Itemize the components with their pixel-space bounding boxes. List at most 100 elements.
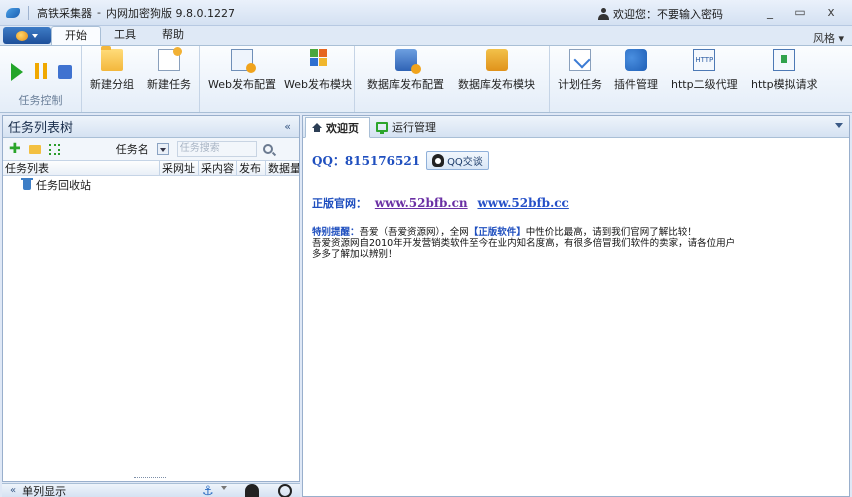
- qq-row: QQ：815176521 QQ交谈: [312, 151, 489, 170]
- title-separator: [28, 5, 29, 20]
- column-task-list[interactable]: 任务列表: [3, 161, 160, 175]
- http-proxy-button[interactable]: HTTP http二级代理: [671, 49, 738, 92]
- notice-line-3: 多多了解加以辨别！: [312, 249, 398, 260]
- new-document-icon: [158, 47, 182, 71]
- plugin-manager-button[interactable]: 插件管理: [614, 49, 658, 92]
- title-bar: 高铁采集器 - 内网加密狗版 9.8.0.1227 欢迎您：不要输入密码 _ ▭…: [0, 0, 852, 26]
- collapse-panel-button[interactable]: «: [284, 120, 291, 133]
- db-publish-module-button[interactable]: 数据库发布模块: [458, 49, 535, 92]
- column-collect-content[interactable]: 采内容: [199, 161, 237, 175]
- official-site-link-cn[interactable]: www.52bfb.cn: [375, 196, 468, 210]
- monitor-icon: [376, 121, 388, 134]
- add-icon[interactable]: ✚: [9, 141, 21, 157]
- task-search-input[interactable]: 任务搜索: [176, 141, 257, 157]
- splitter-handle[interactable]: [134, 477, 166, 479]
- new-task-button[interactable]: 新建任务: [147, 47, 191, 92]
- tab-run-management-label: 运行管理: [392, 120, 436, 134]
- scheduled-task-icon: [569, 49, 591, 71]
- maximize-button[interactable]: ▭: [789, 4, 811, 20]
- app-menu-button[interactable]: [3, 27, 51, 44]
- dropdown-arrow-icon[interactable]: [221, 486, 227, 490]
- double-chevron-icon[interactable]: «: [10, 485, 16, 496]
- stop-button[interactable]: [58, 65, 72, 79]
- single-column-view-label[interactable]: 单列显示: [22, 483, 66, 497]
- tab-tools[interactable]: 工具: [101, 26, 149, 45]
- new-group-label: 新建分组: [90, 78, 134, 91]
- group-label-task-control: 任务控制: [18, 94, 63, 107]
- http-request-button[interactable]: http模拟请求: [751, 49, 818, 92]
- tab-run-management[interactable]: 运行管理: [370, 116, 446, 137]
- welcome-text: 欢迎您：不要输入密码: [613, 8, 723, 21]
- new-group-button[interactable]: 新建分组: [90, 46, 134, 92]
- column-collect-url[interactable]: 采网址: [160, 161, 199, 175]
- official-site-link-cc[interactable]: www.52bfb.cc: [477, 196, 568, 210]
- notice-part-1: 吾爱（吾爱资源网），全网: [359, 227, 469, 238]
- plugin-manager-label: 插件管理: [614, 78, 658, 91]
- http-proxy-icon: HTTP: [693, 49, 716, 71]
- panel-header: 任务列表树 «: [3, 116, 299, 138]
- database-config-icon: [394, 49, 421, 74]
- home-icon[interactable]: [245, 484, 259, 497]
- notice-highlight: 【正版软件】: [468, 227, 526, 238]
- document-tab-bar: 欢迎页 运行管理: [303, 116, 849, 138]
- close-button[interactable]: x: [820, 4, 842, 20]
- db-publish-module-label: 数据库发布模块: [458, 78, 535, 91]
- open-folder-icon[interactable]: [28, 144, 41, 154]
- folder-icon: [101, 46, 123, 71]
- qq-penguin-icon: [432, 154, 445, 167]
- tree-item-recycle-bin[interactable]: 任务回收站: [3, 176, 299, 194]
- panel-title: 任务列表树: [8, 121, 74, 136]
- database-module-icon: [485, 49, 508, 71]
- http-proxy-label: http二级代理: [671, 78, 738, 91]
- http-request-label: http模拟请求: [751, 78, 818, 91]
- task-group: 新建分组 新建任务: [82, 46, 200, 112]
- tab-list-dropdown[interactable]: [835, 123, 843, 128]
- web-publish-group: Web发布配置 Web发布模块: [200, 46, 355, 112]
- column-data-count[interactable]: 数据量: [266, 161, 299, 175]
- web-publish-module-label: Web发布模块: [284, 78, 352, 91]
- special-notice: 特别提醒：吾爱（吾爱资源网），全网【正版软件】中性价比最高，请到我们官网了解比较…: [312, 227, 832, 260]
- db-publish-config-button[interactable]: 数据库发布配置: [367, 49, 444, 92]
- user-icon: [598, 8, 609, 20]
- document-panel: 欢迎页 运行管理 QQ：815176521 QQ交谈 正版官网： www.52b…: [302, 115, 850, 497]
- scheduled-task-label: 计划任务: [558, 78, 602, 91]
- clock-icon[interactable]: [278, 484, 292, 497]
- plugin-icon: [625, 49, 647, 71]
- qq-chat-label: QQ交谈: [447, 157, 483, 168]
- web-config-icon: [230, 49, 256, 73]
- app-logo-icon: [6, 7, 20, 18]
- style-menu[interactable]: 风格 ▾: [813, 30, 844, 46]
- column-publish[interactable]: 发布: [237, 161, 266, 175]
- tab-welcome[interactable]: 欢迎页: [305, 117, 370, 138]
- search-field-dropdown[interactable]: [156, 143, 169, 155]
- official-site-row: 正版官网： www.52bfb.cn www.52bfb.cc: [312, 195, 569, 211]
- web-module-icon: [307, 49, 329, 71]
- dropdown-arrow-icon: [32, 33, 38, 38]
- qq-chat-button[interactable]: QQ交谈: [426, 151, 489, 170]
- app-name: 高铁采集器: [37, 6, 92, 20]
- scheduled-task-button[interactable]: 计划任务: [558, 49, 602, 92]
- app-title: 内网加密狗版 9.8.0.1227: [105, 6, 235, 20]
- expand-all-icon[interactable]: [48, 143, 60, 155]
- notice-line-1: 特别提醒：吾爱（吾爱资源网），全网【正版软件】中性价比最高，请到我们官网了解比较…: [312, 227, 832, 238]
- welcome-user[interactable]: 欢迎您：不要输入密码: [598, 6, 723, 22]
- ribbon: 任务控制 新建分组 新建任务 Web发布配置 Web发布模块 数据库发布配置 数…: [0, 45, 852, 113]
- minimize-button[interactable]: _: [759, 4, 781, 20]
- recycle-bin-icon: [21, 178, 33, 190]
- tab-start[interactable]: 开始: [51, 26, 101, 45]
- web-publish-config-button[interactable]: Web发布配置: [208, 49, 276, 92]
- start-button[interactable]: [11, 63, 23, 81]
- qq-number: QQ：815176521: [312, 154, 421, 168]
- tab-help[interactable]: 帮助: [149, 26, 197, 45]
- pause-button[interactable]: [35, 63, 47, 79]
- task-grid-header: 任务列表 采网址 采内容 发布 数据量: [3, 160, 299, 176]
- new-task-label: 新建任务: [147, 78, 191, 91]
- anchor-icon[interactable]: ⚓: [202, 484, 214, 497]
- left-panel-bottom-bar: « 单列显示 ⚓: [2, 483, 300, 497]
- task-tree-panel: 任务列表树 « ✚ 任务名 任务搜索 任务列表 采网址 采内容 发布 数据量 任…: [2, 115, 300, 482]
- search-icon[interactable]: [262, 144, 273, 154]
- tools-group: 计划任务 插件管理 HTTP http二级代理 http模拟请求: [550, 46, 840, 112]
- web-publish-module-button[interactable]: Web发布模块: [284, 49, 352, 92]
- title-dash: -: [97, 6, 101, 19]
- tab-welcome-label: 欢迎页: [326, 121, 359, 135]
